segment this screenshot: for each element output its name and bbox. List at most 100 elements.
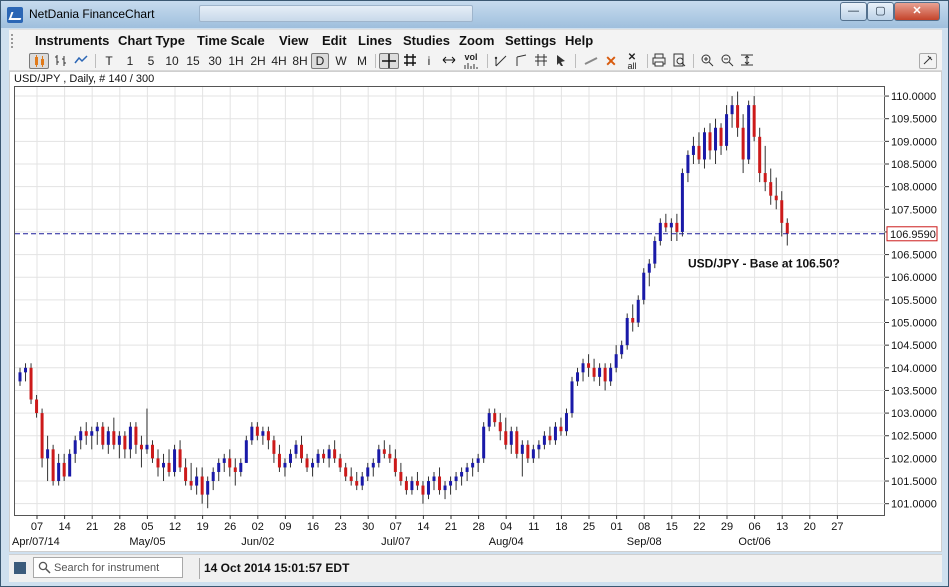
- candle-body: [509, 431, 513, 445]
- candle-body: [432, 476, 436, 482]
- timeframe-4h[interactable]: 4H: [270, 53, 288, 69]
- menu-lines[interactable]: Lines: [358, 33, 392, 48]
- candle-body: [355, 481, 359, 486]
- maximize-button[interactable]: ▢: [867, 2, 894, 21]
- candle-body: [664, 222, 668, 228]
- menu-instruments[interactable]: Instruments: [35, 33, 109, 48]
- minimize-button[interactable]: —: [840, 2, 867, 21]
- price-chart[interactable]: USD/JPY - Base at 106.50? 101.0000 101.50…: [10, 72, 943, 553]
- zoom-out-icon[interactable]: [719, 53, 735, 69]
- timeframe-8h[interactable]: 8H: [291, 53, 309, 69]
- timeframe-daily[interactable]: D: [311, 53, 329, 69]
- grid-icon[interactable]: [402, 53, 418, 69]
- pointer-tool-icon[interactable]: [553, 53, 569, 69]
- menu-grip[interactable]: [11, 34, 15, 48]
- timeframe-15min[interactable]: 15: [185, 53, 201, 69]
- candle-body: [272, 440, 276, 454]
- candle-body: [195, 476, 199, 486]
- candle-body: [454, 476, 458, 482]
- price-axis-label: 104.5000: [891, 340, 937, 352]
- print-icon[interactable]: [651, 53, 667, 69]
- candle-body: [211, 471, 215, 482]
- search-icon: [38, 561, 51, 574]
- candle-body: [493, 413, 497, 423]
- timeframe-1h[interactable]: 1H: [228, 53, 244, 69]
- candle-body: [244, 440, 248, 463]
- candle-body: [228, 458, 232, 468]
- timeframe-1min[interactable]: 1: [124, 53, 136, 69]
- timeframe-2h[interactable]: 2H: [249, 53, 267, 69]
- search-input[interactable]: [54, 560, 180, 576]
- date-axis-label: 30: [362, 521, 374, 533]
- info-button[interactable]: i: [423, 53, 435, 69]
- timeframe-tick[interactable]: T: [103, 53, 115, 69]
- candle-body: [421, 485, 425, 495]
- timeframe-10min[interactable]: 10: [164, 53, 180, 69]
- fibonacci-icon[interactable]: [533, 53, 549, 69]
- candle-body: [222, 458, 226, 463]
- date-axis-label: 27: [831, 521, 843, 533]
- menu-zoom[interactable]: Zoom: [459, 33, 494, 48]
- candlestick-chart-icon[interactable]: [29, 53, 49, 69]
- toolbar-separator: [487, 54, 488, 68]
- timeframe-monthly[interactable]: M: [354, 53, 370, 69]
- price-axis-label: 105.0000: [891, 318, 937, 330]
- fit-to-screen-icon[interactable]: [739, 53, 755, 69]
- timeframe-30min[interactable]: 30: [207, 53, 223, 69]
- volume-button[interactable]: vol: [461, 53, 481, 69]
- candle-body: [487, 413, 491, 427]
- trendline-icon[interactable]: [493, 53, 509, 69]
- drawing-tool-icon[interactable]: [583, 53, 599, 69]
- candle-body: [40, 413, 44, 459]
- close-button[interactable]: ✕: [894, 2, 940, 21]
- menu-studies[interactable]: Studies: [403, 33, 450, 48]
- candle-body: [393, 458, 397, 472]
- timeframe-5min[interactable]: 5: [145, 53, 157, 69]
- price-axis-label: 104.0000: [891, 363, 937, 375]
- pin-toolbar-icon[interactable]: [919, 53, 937, 69]
- candle-body: [29, 367, 33, 400]
- menu-chart-type[interactable]: Chart Type: [118, 33, 185, 48]
- chart-panel[interactable]: USD/JPY , Daily, # 140 / 300 USD/JPY - B…: [9, 71, 942, 552]
- date-axis-label: 19: [196, 521, 208, 533]
- scroll-arrows-icon[interactable]: [441, 53, 457, 69]
- timeframe-weekly[interactable]: W: [333, 53, 349, 69]
- menu-view[interactable]: View: [279, 33, 308, 48]
- candle-body: [305, 458, 309, 468]
- date-axis-label: 09: [279, 521, 291, 533]
- price-axis-label: 102.5000: [891, 431, 937, 443]
- instrument-panel-toggle[interactable]: [14, 562, 26, 574]
- menu-help[interactable]: Help: [565, 33, 593, 48]
- print-preview-icon[interactable]: [671, 53, 687, 69]
- menu-edit[interactable]: Edit: [322, 33, 347, 48]
- candle-body: [327, 449, 331, 459]
- candle-body: [410, 481, 414, 491]
- crosshair-icon[interactable]: [379, 53, 399, 69]
- candle-body: [261, 431, 265, 436]
- date-axis-label: 28: [114, 521, 126, 533]
- menu-time-scale[interactable]: Time Scale: [197, 33, 265, 48]
- candle-body: [62, 462, 66, 477]
- candle-body: [404, 481, 408, 491]
- zoom-in-icon[interactable]: [699, 53, 715, 69]
- menu-settings[interactable]: Settings: [505, 33, 556, 48]
- date-axis-label: 11: [528, 521, 539, 533]
- current-price-label: 106.9590: [890, 229, 936, 241]
- candle-body: [476, 458, 480, 463]
- menu-bar: Instruments Chart Type Time Scale View E…: [9, 29, 942, 51]
- ray-line-icon[interactable]: [513, 53, 529, 69]
- candle-body: [316, 453, 320, 463]
- instrument-search-box[interactable]: [33, 557, 183, 578]
- candle-body: [95, 426, 99, 432]
- delete-all-button[interactable]: ✕ all: [623, 53, 641, 71]
- price-axis-label: 109.0000: [891, 136, 937, 148]
- title-bar[interactable]: NetDania FinanceChart — ▢ ✕: [1, 1, 948, 28]
- candle-body: [173, 449, 177, 472]
- line-chart-icon[interactable]: [73, 53, 89, 69]
- date-axis: 07 14 21 28 05 12 19 26 02 09 16 23 30 07 14 21 28 04 11 18…: [12, 515, 844, 548]
- bar-chart-icon[interactable]: [53, 53, 69, 69]
- title-search-field[interactable]: [199, 5, 473, 22]
- delete-drawing-icon[interactable]: ✕: [603, 53, 619, 69]
- candle-body: [730, 105, 734, 115]
- candle-body: [658, 222, 662, 241]
